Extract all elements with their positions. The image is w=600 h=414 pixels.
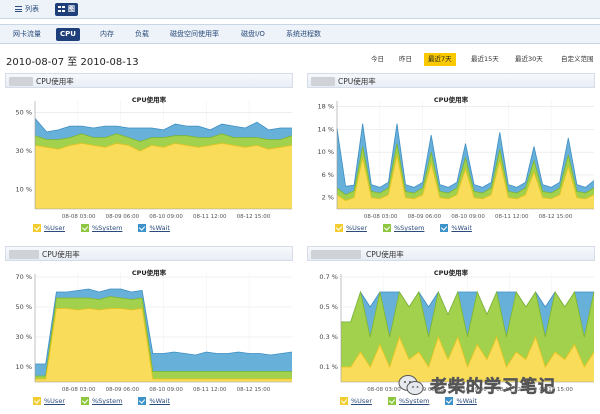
- period-custom-range[interactable]: 自定义范围: [557, 53, 598, 66]
- metric-tabs: 网卡流量 CPU 内存 负载 磁盘空间使用率 磁盘I/O 系统进程数: [0, 24, 600, 44]
- legend-user[interactable]: %User: [33, 224, 65, 232]
- checkbox-icon: [383, 224, 391, 232]
- tab-cpu[interactable]: CPU: [56, 28, 80, 41]
- legend-system[interactable]: %System: [81, 224, 122, 232]
- x-tick-label: 08-10 09:00: [451, 214, 485, 220]
- y-tick-label: 0.5 %: [319, 303, 338, 311]
- checkbox-icon: [340, 397, 348, 405]
- legend-wait-label: %Wait: [149, 224, 170, 232]
- cpu-chart: 10 % 30 % 50 % 70 % 08-08 03:00 08-09 06:00 08…: [15, 273, 293, 393]
- chart-view-button[interactable]: 图: [55, 3, 78, 16]
- legend-user-label: %User: [44, 224, 65, 232]
- watermark-text: 老柴的学习笔记: [430, 377, 556, 398]
- x-tick-label: 08-08 03:00: [62, 214, 96, 220]
- x-tick-label: 08-12 15:00: [539, 214, 573, 220]
- wechat-logo-icon: [398, 375, 424, 395]
- x-tick-label: 08-09 06:00: [408, 214, 442, 220]
- x-tick-label: 08-08 03:00: [364, 214, 398, 220]
- legend-wait[interactable]: %Wait: [138, 224, 170, 232]
- tab-load[interactable]: 负载: [131, 28, 153, 41]
- y-tick-label: 50 %: [15, 303, 32, 311]
- y-tick-label: 14 %: [317, 125, 334, 133]
- y-tick-label: 30 %: [15, 333, 32, 341]
- chart-legend: %User %System %Wait: [33, 224, 186, 232]
- checkbox-icon: [81, 397, 89, 405]
- legend-user[interactable]: %User: [340, 397, 372, 405]
- tab-disk-io[interactable]: 磁盘I/O: [237, 28, 269, 41]
- x-tick-label: 08-11 12:00: [193, 387, 227, 393]
- cpu-chart: 10 % 30 % 50 % 08-08 03:00 08-09 06:00 08-10 …: [15, 101, 293, 220]
- checkbox-icon: [33, 224, 41, 232]
- legend-user-label: %User: [44, 397, 65, 405]
- y-tick-label: 70 %: [15, 273, 32, 281]
- x-tick-label: 08-08 03:00: [367, 387, 401, 393]
- period-today[interactable]: 今日: [367, 53, 388, 66]
- period-last-15-days[interactable]: 最近15天: [467, 53, 503, 66]
- y-tick-label: 30 %: [15, 147, 32, 155]
- legend-system-label: %System: [394, 224, 425, 232]
- chart-legend: %User %System %Wait: [33, 397, 186, 405]
- checkbox-icon: [335, 224, 343, 232]
- legend-user[interactable]: %User: [335, 224, 367, 232]
- legend-system[interactable]: %System: [81, 397, 122, 405]
- chart-view-label: 图: [68, 5, 75, 13]
- y-tick-label: 10 %: [15, 186, 32, 194]
- cpu-panel-1: CPU使用率 CPU使用率 10 % 30 % 50 % 08-08 03:00 08-…: [5, 73, 293, 238]
- period-last-7-days[interactable]: 最近7天: [424, 53, 456, 66]
- tab-network-traffic[interactable]: 网卡流量: [9, 28, 45, 41]
- list-icon: [15, 6, 22, 12]
- checkbox-icon: [138, 224, 147, 232]
- legend-wait-label: %Wait: [149, 397, 170, 405]
- legend-system-label: %System: [92, 224, 123, 232]
- x-tick-label: 08-10 09:00: [149, 387, 183, 393]
- x-tick-label: 08-11 12:00: [495, 214, 529, 220]
- x-tick-label: 08-09 06:00: [106, 214, 140, 220]
- legend-wait[interactable]: %Wait: [440, 224, 472, 232]
- tab-disk-space[interactable]: 磁盘空间使用率: [166, 28, 223, 41]
- view-switch-bar: 列表 图: [0, 0, 600, 19]
- y-tick-label: 2 %: [322, 194, 334, 202]
- y-tick-label: 0.7 %: [319, 273, 338, 281]
- list-view-button[interactable]: 列表: [12, 3, 42, 16]
- tab-memory[interactable]: 内存: [96, 28, 118, 41]
- date-range: 2010-08-07 至 2010-08-13: [6, 57, 139, 68]
- legend-user[interactable]: %User: [33, 397, 65, 405]
- legend-wait-label: %Wait: [451, 224, 472, 232]
- chart-legend: %User %System %Wait: [335, 224, 488, 232]
- period-last-30-days[interactable]: 最近30天: [511, 53, 547, 66]
- legend-system[interactable]: %System: [383, 224, 424, 232]
- x-tick-label: 08-09 06:00: [106, 387, 140, 393]
- watermark: 老柴的学习笔记: [398, 372, 594, 402]
- x-tick-label: 08-08 03:00: [62, 387, 96, 393]
- cpu-panel-2: CPU使用率 CPU使用率 2 % 6 % 10 % 14 % 18 % 08-08 03…: [307, 73, 595, 238]
- checkbox-icon: [388, 397, 396, 405]
- period-yesterday[interactable]: 昨日: [395, 53, 416, 66]
- legend-user-label: %User: [346, 224, 367, 232]
- x-tick-label: 08-12 15:00: [237, 387, 271, 393]
- cpu-chart: 2 % 6 % 10 % 14 % 18 % 08-08 03:00 08-09 06:00…: [317, 101, 595, 220]
- grid-icon: [58, 6, 65, 12]
- legend-system-label: %System: [92, 397, 123, 405]
- area-user: [35, 143, 292, 209]
- y-tick-label: 10 %: [15, 363, 32, 371]
- checkbox-icon: [81, 224, 89, 232]
- y-tick-label: 6 %: [322, 171, 334, 179]
- y-tick-label: 0.1 %: [319, 363, 338, 371]
- x-tick-label: 08-12 15:00: [237, 214, 271, 220]
- legend-wait[interactable]: %Wait: [138, 397, 170, 405]
- y-tick-label: 0.3 %: [319, 333, 338, 341]
- x-tick-label: 08-11 12:00: [193, 214, 227, 220]
- cpu-panel-3: CPU使用率 CPU使用率 10 % 30 % 50 % 70 % 08-08 03:0…: [5, 246, 293, 410]
- tab-process-count[interactable]: 系统进程数: [282, 28, 325, 41]
- legend-user-label: %User: [351, 397, 372, 405]
- y-tick-label: 10 %: [317, 148, 334, 156]
- checkbox-icon: [33, 397, 41, 405]
- list-view-label: 列表: [25, 5, 39, 13]
- checkbox-icon: [440, 224, 449, 232]
- y-tick-label: 18 %: [317, 103, 334, 111]
- checkbox-icon: [138, 397, 147, 405]
- x-tick-label: 08-10 09:00: [149, 214, 183, 220]
- y-tick-label: 50 %: [15, 109, 32, 117]
